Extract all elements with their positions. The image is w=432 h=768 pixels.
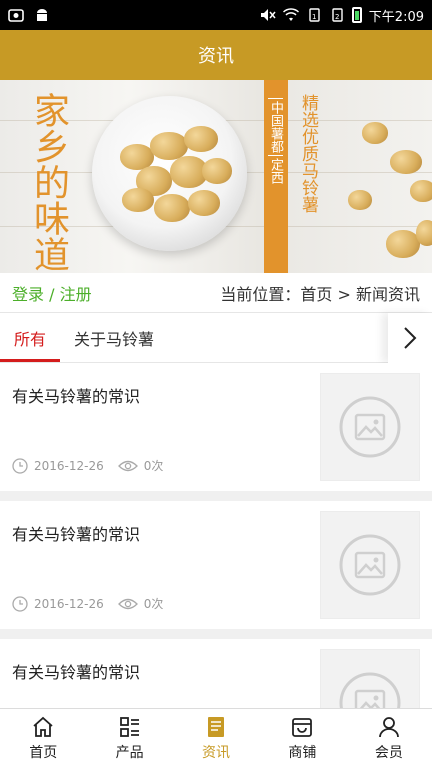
location-bar: 登录 / 注册 当前位置：首页 > 新闻资讯 (0, 273, 432, 313)
article-date: 2016-12-26 (34, 458, 104, 473)
banner-slogan: 家乡的味道 (28, 92, 69, 272)
nav-products[interactable]: 产品 (86, 709, 172, 768)
article-title: 有关马铃薯的常识 (12, 663, 141, 682)
banner-tagline: 精选优质马铃薯 (298, 94, 318, 213)
article-date: 2016-12-26 (34, 596, 104, 611)
screenshot-icon (8, 9, 24, 22)
promo-banner[interactable]: 家乡的味道 中国薯都 定西 精选优质马铃薯 (0, 80, 432, 273)
potato-plate-image (92, 96, 247, 251)
nav-label: 商铺 (288, 745, 317, 761)
list-item[interactable]: 有关马铃薯的常识 2016-12-26 0次 (0, 363, 432, 491)
title-bar: 资讯 (0, 30, 432, 80)
bottom-nav: 首页 产品 资讯 商铺 会员 (0, 708, 432, 768)
shop-icon (292, 718, 313, 737)
tabs-scroll-right-button[interactable] (388, 313, 432, 363)
article-views: 0次 (143, 597, 164, 611)
nav-shops[interactable]: 商铺 (259, 709, 345, 768)
page-title: 资讯 (198, 46, 234, 67)
svg-text:2: 2 (335, 13, 339, 21)
svg-text:1: 1 (312, 13, 316, 21)
login-register-link[interactable]: 登录 / 注册 (12, 281, 92, 305)
banner-tag-line2: 定西 (268, 158, 283, 184)
article-title: 有关马铃薯的常识 (12, 525, 141, 544)
status-time: 下午2:09 (368, 9, 424, 25)
nav-label: 首页 (29, 745, 58, 761)
tab-all[interactable]: 所有 (0, 313, 61, 362)
article-title: 有关马铃薯的常识 (12, 387, 141, 406)
article-thumbnail (320, 511, 420, 619)
article-views: 0次 (143, 459, 164, 473)
nav-label: 资讯 (202, 745, 231, 761)
nav-home[interactable]: 首页 (0, 709, 86, 768)
wifi-icon (282, 8, 299, 21)
android-icon (37, 9, 47, 21)
category-tabs: 所有 关于马铃薯 (0, 313, 432, 363)
home-icon (33, 716, 53, 737)
eye-icon (117, 598, 138, 609)
clock-icon (12, 595, 28, 612)
app-screen: 1 2 下午2:09 资讯 家乡的味道 中国薯都 定西 精选优质马铃薯 登录 /… (0, 0, 432, 768)
eye-icon (117, 460, 138, 471)
nav-label: 产品 (115, 745, 144, 761)
tab-label: 所有 (14, 329, 47, 349)
clock-icon (12, 457, 28, 474)
nav-member[interactable]: 会员 (346, 709, 432, 768)
news-icon (208, 717, 225, 737)
article-meta: 2016-12-26 0次 (12, 457, 163, 474)
chevron-right-icon (404, 327, 417, 349)
article-meta: 2016-12-26 0次 (12, 595, 163, 612)
article-thumbnail (320, 373, 420, 481)
tab-label: 关于马铃薯 (74, 329, 155, 349)
image-placeholder-icon (339, 396, 401, 458)
grid-list-icon (119, 717, 139, 737)
image-placeholder-icon (339, 534, 401, 596)
user-icon (378, 717, 399, 738)
mute-icon (260, 9, 276, 21)
breadcrumb: 当前位置：首页 > 新闻资讯 (220, 284, 420, 304)
status-bar: 1 2 下午2:09 (0, 0, 432, 30)
list-item[interactable]: 有关马铃薯的常识 2016-12-26 0次 (0, 501, 432, 629)
sim2-icon: 2 (332, 8, 343, 22)
sim1-icon: 1 (309, 8, 320, 22)
nav-label: 会员 (374, 745, 403, 761)
nav-news[interactable]: 资讯 (173, 709, 259, 768)
battery-icon (351, 7, 362, 23)
tab-about-potato[interactable]: 关于马铃薯 (60, 313, 168, 362)
banner-tag-line1: 中国薯都 (268, 98, 283, 156)
